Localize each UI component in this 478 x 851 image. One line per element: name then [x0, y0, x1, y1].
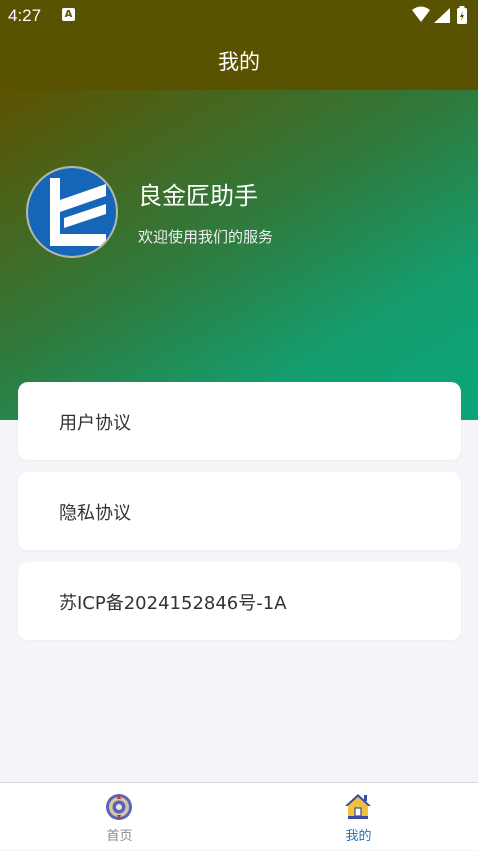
menu-item-icp-record[interactable]: 苏ICP备2024152846号-1A: [18, 562, 461, 640]
tab-home[interactable]: 首页: [0, 783, 239, 851]
status-time: 4:27: [8, 6, 42, 25]
status-bar: 4:27 A: [0, 0, 478, 32]
notification-icon: A: [62, 8, 75, 21]
menu-item-label: 苏ICP备2024152846号-1A: [59, 593, 287, 614]
status-icons: [412, 6, 467, 24]
tab-label: 我的: [345, 829, 372, 844]
avatar: [26, 166, 118, 258]
tab-label: 首页: [106, 829, 133, 844]
menu-item-label: 隐私协议: [59, 503, 131, 524]
wifi-icon: [412, 6, 430, 22]
app-logo: [28, 168, 116, 256]
page-title: 我的: [218, 50, 260, 74]
app-subtitle: 欢迎使用我们的服务: [138, 228, 274, 246]
home-compass-icon: [106, 794, 132, 820]
bottom-tabbar: 首页 我的: [0, 782, 478, 850]
menu-item-privacy-policy[interactable]: 隐私协议: [18, 472, 461, 550]
nav-bar: 我的: [0, 32, 478, 90]
menu-item-label: 用户协议: [59, 413, 131, 434]
tab-mine[interactable]: 我的: [239, 783, 478, 851]
battery-icon: [457, 6, 467, 24]
app-name: 良金匠助手: [138, 182, 258, 210]
menu-item-user-agreement[interactable]: 用户协议: [18, 382, 461, 460]
signal-icon: [434, 8, 450, 23]
house-icon: [345, 794, 371, 819]
